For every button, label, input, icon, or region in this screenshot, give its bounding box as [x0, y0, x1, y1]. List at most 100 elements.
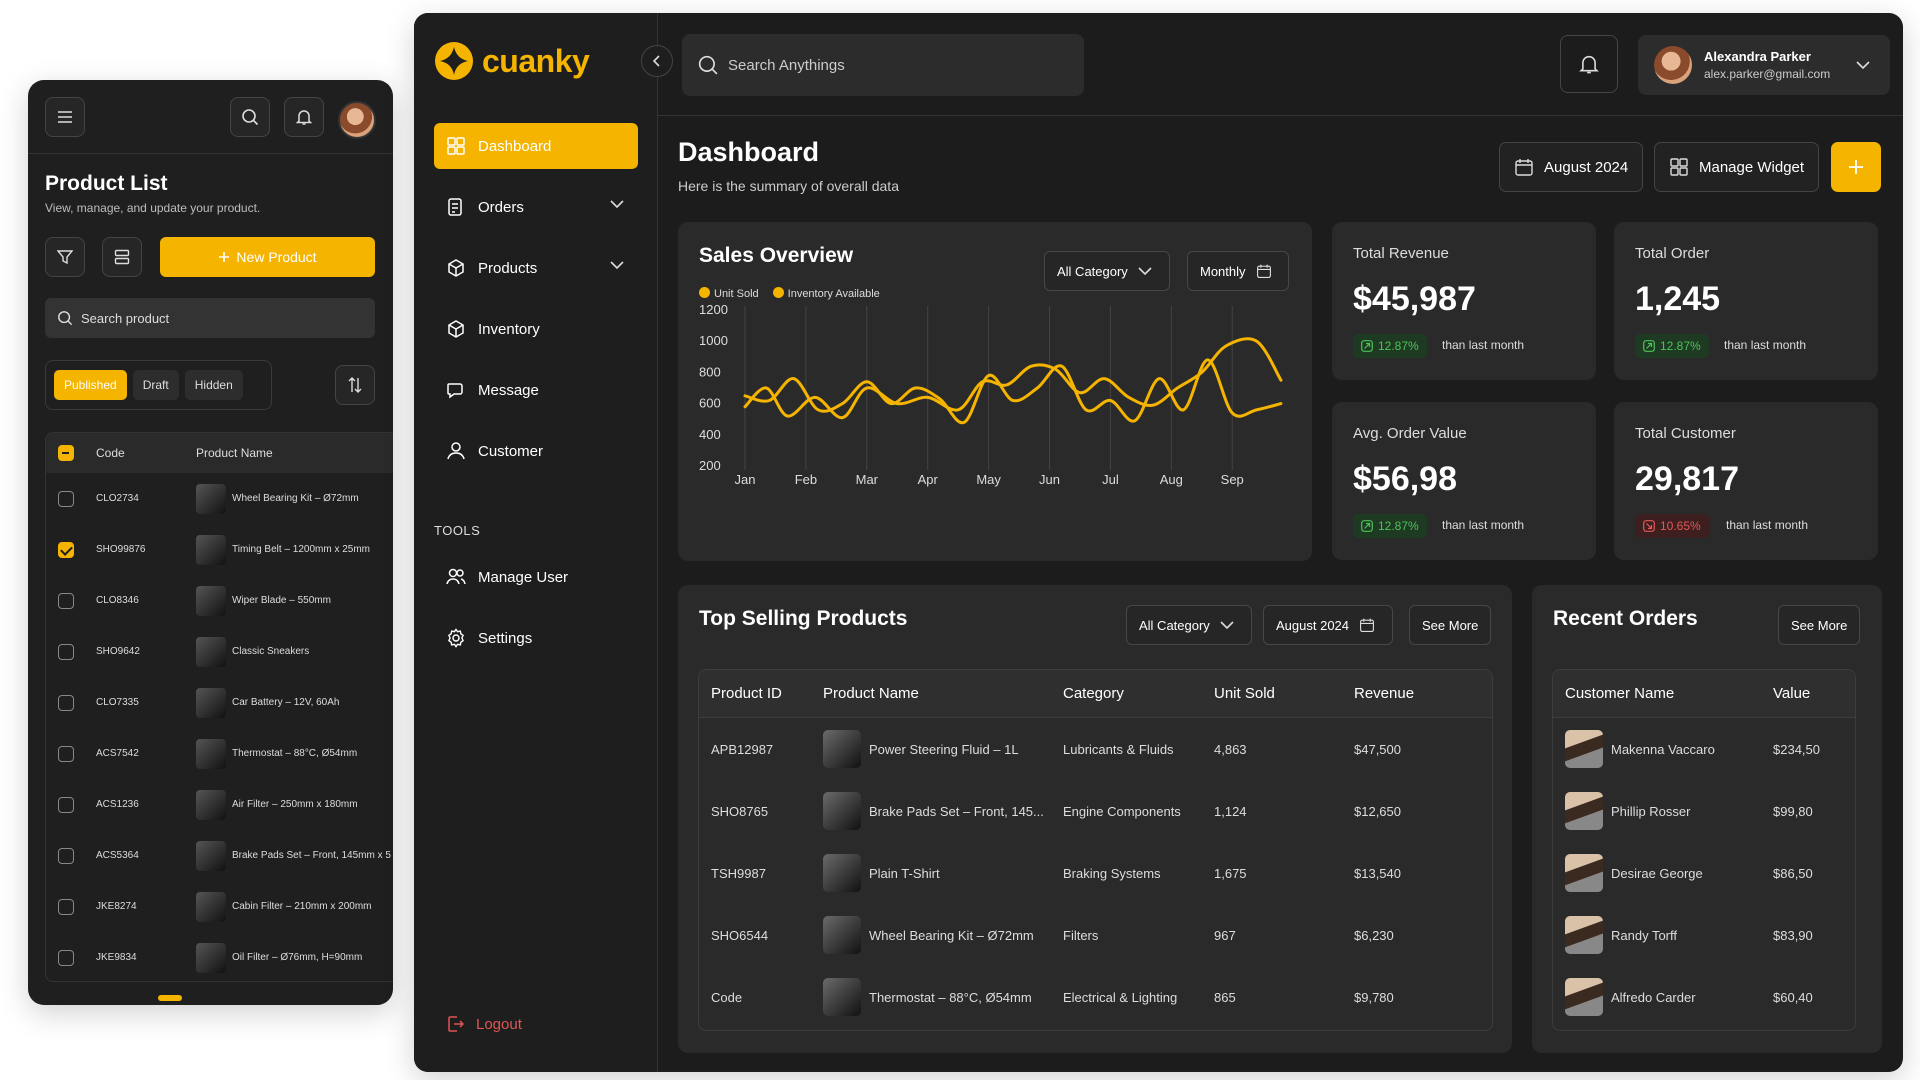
- date-picker-button[interactable]: August 2024: [1499, 142, 1644, 192]
- table-row[interactable]: CLO2734 Wheel Bearing Kit – Ø72mm: [46, 473, 393, 524]
- sales-overview-card: Sales Overview Unit Sold Inventory Avail…: [678, 222, 1312, 561]
- table-row[interactable]: JKE8274 Cabin Filter – 210mm x 200mm: [46, 881, 393, 932]
- user-menu[interactable]: Alexandra Parker alex.parker@gmail.com: [1638, 35, 1890, 95]
- revenue: $9,780: [1354, 989, 1394, 1005]
- customer-cell: Phillip Rosser: [1553, 792, 1773, 830]
- customer-name: Phillip Rosser: [1611, 803, 1691, 819]
- global-search-input[interactable]: Search Anythings: [682, 34, 1084, 96]
- mobile-search-button[interactable]: [230, 97, 270, 137]
- stat-card-total-customer: Total Customer 29,817 10.65% than last mont…: [1614, 402, 1878, 560]
- x-tick-label: Jun: [1039, 472, 1060, 487]
- notification-button[interactable]: [1560, 35, 1618, 93]
- sidebar-item-customer[interactable]: Customer: [434, 428, 638, 474]
- avatar: [1654, 46, 1692, 84]
- layout-toggle-button[interactable]: [102, 237, 142, 277]
- sidebar-item-inventory[interactable]: Inventory: [434, 306, 638, 352]
- row-checkbox[interactable]: [58, 745, 74, 762]
- sales-line-chart: 1200 1000 800 600 400 200 Jan Feb Mar Apr May Jun Ju…: [699, 302, 1283, 487]
- logo-icon: [435, 42, 473, 80]
- pagination-indicator[interactable]: [158, 995, 182, 1001]
- date-label: August 2024: [1544, 158, 1629, 176]
- chevron-left-icon: [652, 55, 660, 67]
- recent-orders-see-more-button[interactable]: See More: [1778, 605, 1861, 645]
- product-name: Plain T-Shirt: [869, 865, 940, 881]
- row-checkbox[interactable]: [58, 847, 74, 864]
- new-product-button[interactable]: New Product: [160, 237, 375, 277]
- logout-icon: [448, 1016, 464, 1032]
- tab-hidden[interactable]: Hidden: [184, 370, 243, 400]
- product-code: ACS1236: [96, 799, 139, 810]
- brand-logo[interactable]: cuanky: [434, 41, 590, 81]
- product-name: Wheel Bearing Kit – Ø72mm: [232, 493, 359, 504]
- table-row[interactable]: Phillip Rosser $99,80: [1553, 780, 1855, 842]
- add-widget-button[interactable]: [1831, 142, 1881, 192]
- table-row[interactable]: SHO8765 Brake Pads Set – Front, 145... Eng…: [699, 780, 1492, 842]
- trend-down-icon: [1643, 520, 1655, 532]
- filter-button[interactable]: [45, 237, 85, 277]
- table-row[interactable]: TSH9987 Plain T-Shirt Braking Systems 1,675…: [699, 842, 1492, 904]
- row-checkbox[interactable]: [58, 694, 74, 711]
- top-selling-table: Product ID Product Name Category Unit So…: [698, 669, 1493, 1031]
- row-checkbox[interactable]: [58, 592, 74, 609]
- table-row[interactable]: SHO9642 Classic Sneakers: [46, 626, 393, 677]
- mobile-notification-button[interactable]: [284, 97, 324, 137]
- top-selling-date-dropdown[interactable]: August 2024: [1263, 605, 1393, 645]
- tab-published[interactable]: Published: [54, 370, 127, 400]
- row-checkbox[interactable]: [58, 898, 74, 915]
- logout-button[interactable]: Logout: [446, 1015, 522, 1033]
- table-row[interactable]: Alfredo Carder $60,40: [1553, 966, 1855, 1028]
- search-icon: [242, 109, 259, 126]
- row-checkbox[interactable]: [58, 796, 74, 813]
- table-row[interactable]: ACS7542 Thermostat – 88°C, Ø54mm: [46, 728, 393, 779]
- trend-percent: 12.87%: [1660, 339, 1701, 353]
- row-checkbox[interactable]: [58, 643, 74, 660]
- manage-widget-button[interactable]: Manage Widget: [1654, 142, 1820, 192]
- select-all-checkbox[interactable]: [58, 445, 74, 461]
- product-cell: Plain T-Shirt: [823, 854, 1063, 892]
- table-row[interactable]: APB12987 Power Steering Fluid – 1L Lubrica…: [699, 718, 1492, 780]
- table-row[interactable]: Makenna Vaccaro $234,50: [1553, 718, 1855, 780]
- product-thumbnail: [196, 534, 226, 565]
- product-cell: Wheel Bearing Kit – Ø72mm: [823, 916, 1063, 954]
- sidebar-item-label: Manage User: [478, 568, 569, 586]
- sidebar-item-manage-user[interactable]: Manage User: [434, 554, 638, 600]
- tab-draft[interactable]: Draft: [132, 370, 179, 400]
- top-selling-category-dropdown[interactable]: All Category: [1126, 605, 1252, 645]
- sidebar-item-message[interactable]: Message: [434, 367, 638, 413]
- mobile-product-list: Product List View, manage, and update yo…: [28, 80, 393, 1005]
- table-row[interactable]: CLO7335 Car Battery – 12V, 60Ah: [46, 677, 393, 728]
- row-checkbox[interactable]: [58, 949, 74, 966]
- product-thumbnail: [823, 792, 861, 830]
- revenue: $12,650: [1354, 803, 1401, 819]
- trend-badge: 10.65%: [1635, 514, 1709, 538]
- menu-button[interactable]: [45, 97, 85, 137]
- sort-button[interactable]: [335, 365, 375, 405]
- sidebar-item-products[interactable]: Products: [434, 245, 638, 291]
- top-selling-see-more-button[interactable]: See More: [1409, 605, 1492, 645]
- top-selling-card: Top Selling Products All Category August…: [678, 585, 1512, 1053]
- collapse-sidebar-button[interactable]: [641, 45, 673, 77]
- product-thumbnail: [196, 789, 226, 820]
- x-tick-label: Jan: [735, 472, 756, 487]
- avatar[interactable]: [338, 101, 376, 139]
- table-row[interactable]: ACS1236 Air Filter – 250mm x 180mm: [46, 779, 393, 830]
- sidebar-item-dashboard[interactable]: Dashboard: [434, 123, 638, 169]
- product-category: Filters: [1063, 927, 1099, 943]
- cube-icon: [448, 320, 464, 338]
- product-search-input[interactable]: Search product: [45, 298, 375, 338]
- product-id: SHO8765: [711, 803, 769, 819]
- table-row[interactable]: SHO99876 Timing Belt – 1200mm x 25mm: [46, 524, 393, 575]
- sidebar-item-orders[interactable]: Orders: [434, 184, 638, 230]
- row-checkbox[interactable]: [58, 490, 74, 507]
- table-row[interactable]: JKE9834 Oil Filter – Ø76mm, H=90mm: [46, 932, 393, 981]
- table-row[interactable]: Randy Torff $83,90: [1553, 904, 1855, 966]
- table-row[interactable]: ACS5364 Brake Pads Set – Front, 145mm x 5: [46, 830, 393, 881]
- column-product-name: Product Name: [196, 446, 273, 460]
- customer-avatar: [1565, 730, 1603, 768]
- row-checkbox[interactable]: [58, 541, 74, 558]
- table-row[interactable]: Desirae George $86,50: [1553, 842, 1855, 904]
- sidebar-item-settings[interactable]: Settings: [434, 615, 638, 661]
- table-row[interactable]: SHO6544 Wheel Bearing Kit – Ø72mm Filters 9…: [699, 904, 1492, 966]
- table-row[interactable]: Code Thermostat – 88°C, Ø54mm Electrical &…: [699, 966, 1492, 1028]
- table-row[interactable]: CLO8346 Wiper Blade – 550mm: [46, 575, 393, 626]
